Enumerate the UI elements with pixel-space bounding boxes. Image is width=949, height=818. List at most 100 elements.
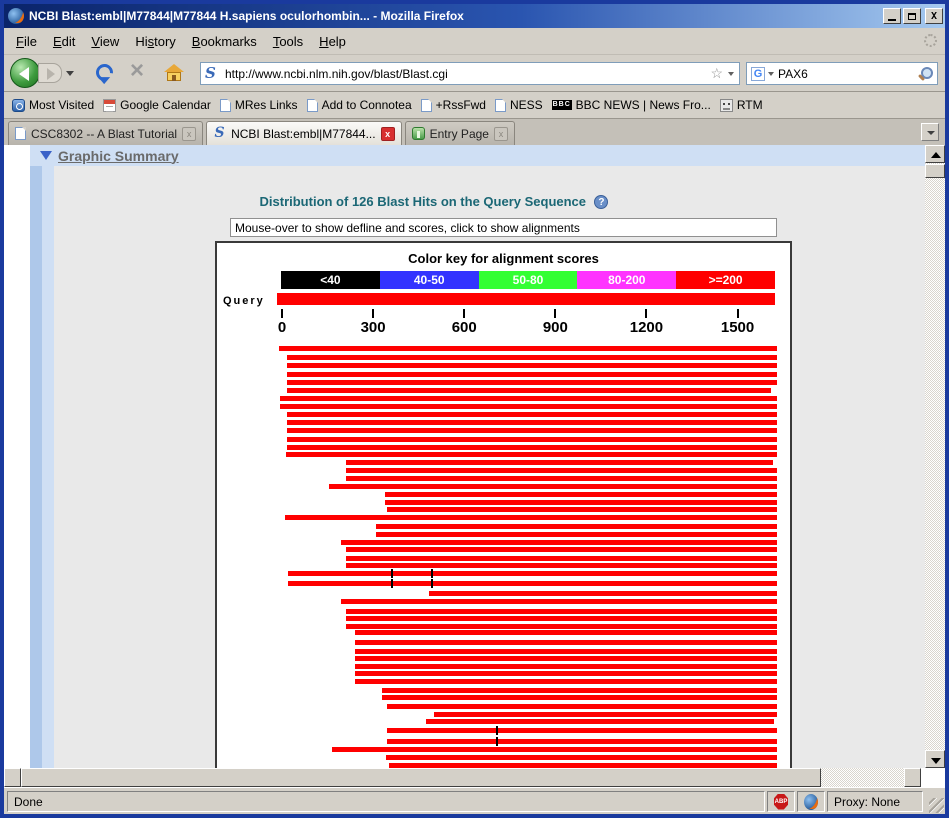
horizontal-scroll-thumb[interactable] bbox=[21, 768, 821, 787]
scroll-left-button[interactable] bbox=[4, 768, 21, 787]
blast-hit-bar[interactable] bbox=[287, 445, 777, 450]
tab-close-icon[interactable]: x bbox=[494, 127, 508, 141]
blast-hit-bar[interactable] bbox=[341, 599, 777, 604]
blast-hit-bar[interactable] bbox=[346, 547, 777, 552]
blast-hit-bar[interactable] bbox=[287, 355, 777, 360]
maximize-button[interactable] bbox=[903, 8, 921, 24]
blast-hit-bar[interactable] bbox=[287, 380, 777, 385]
blast-hit-bar[interactable] bbox=[434, 712, 777, 717]
help-icon[interactable]: ? bbox=[594, 195, 608, 209]
menu-tools[interactable]: Tools bbox=[265, 31, 311, 52]
blast-hit-bar[interactable] bbox=[355, 630, 777, 635]
bookmark-star-icon[interactable]: ☆ bbox=[707, 65, 726, 82]
tab-close-icon[interactable]: x bbox=[182, 127, 196, 141]
blast-hit-bar[interactable] bbox=[332, 747, 777, 752]
menu-bookmarks[interactable]: Bookmarks bbox=[184, 31, 265, 52]
history-dropdown-icon[interactable] bbox=[66, 71, 74, 76]
menu-file[interactable]: File bbox=[8, 31, 45, 52]
blast-hit-bar[interactable] bbox=[387, 507, 777, 512]
blast-hit-bar[interactable] bbox=[287, 388, 771, 393]
firefox-status-panel[interactable] bbox=[797, 791, 825, 812]
horizontal-scrollbar[interactable] bbox=[4, 768, 921, 787]
title-bar[interactable]: NCBI Blast:embl|M77844|M77844 H.sapiens … bbox=[4, 4, 945, 28]
bookmark-add-to-connotea[interactable]: Add to Connotea bbox=[305, 96, 419, 114]
blast-hit-bar[interactable] bbox=[355, 664, 777, 669]
blast-hit-bar[interactable] bbox=[329, 484, 777, 489]
blast-hit-bar[interactable] bbox=[287, 412, 777, 417]
blast-hit-bar[interactable] bbox=[346, 468, 778, 473]
blast-hit-bar[interactable] bbox=[385, 492, 777, 497]
adblock-panel[interactable]: ABP bbox=[767, 791, 795, 812]
blast-hit-bar[interactable] bbox=[286, 452, 777, 457]
blast-hit-map[interactable]: Color key for alignment scores <4040-505… bbox=[215, 241, 792, 768]
forward-button[interactable] bbox=[38, 63, 62, 83]
blast-hit-bar[interactable] bbox=[346, 616, 777, 621]
url-dropdown-icon[interactable] bbox=[728, 72, 734, 76]
vertical-scroll-thumb[interactable] bbox=[925, 164, 945, 178]
minimize-button[interactable] bbox=[883, 8, 901, 24]
blast-hit-bar[interactable] bbox=[355, 649, 777, 654]
scroll-down-button[interactable] bbox=[925, 750, 945, 768]
blast-hit-bar[interactable] bbox=[376, 532, 777, 537]
menu-edit[interactable]: Edit bbox=[45, 31, 83, 52]
collapse-triangle-icon[interactable] bbox=[40, 151, 52, 160]
menu-help[interactable]: Help bbox=[311, 31, 354, 52]
blast-hit-bar[interactable] bbox=[287, 437, 777, 442]
blast-hit-bar[interactable] bbox=[346, 609, 777, 614]
blast-hit-bar[interactable] bbox=[285, 515, 777, 520]
blast-hit-bar[interactable] bbox=[346, 460, 773, 465]
blast-hit-bar[interactable] bbox=[355, 640, 777, 645]
bookmark-most-visited[interactable]: Most Visited bbox=[10, 96, 101, 114]
blast-hit-bar[interactable] bbox=[346, 556, 777, 561]
blast-hit-bar[interactable] bbox=[287, 428, 777, 433]
blast-hit-bar[interactable] bbox=[387, 739, 777, 744]
bookmark-ness[interactable]: NESS bbox=[493, 96, 550, 114]
blast-hit-bar[interactable] bbox=[355, 679, 777, 684]
blast-hit-bar[interactable] bbox=[346, 476, 778, 481]
graphic-summary-link[interactable]: Graphic Summary bbox=[58, 148, 179, 164]
blast-hit-bar[interactable] bbox=[376, 524, 777, 529]
resize-grip[interactable] bbox=[929, 798, 944, 813]
bookmark-bbc-news-news-fro[interactable]: BBCBBC NEWS | News Fro... bbox=[550, 96, 718, 114]
blast-hit-bar[interactable] bbox=[386, 755, 777, 760]
search-icon[interactable] bbox=[917, 66, 933, 82]
blast-hit-bar[interactable] bbox=[385, 500, 777, 505]
blast-hit-bar[interactable] bbox=[382, 688, 777, 693]
tab-list-dropdown-button[interactable] bbox=[921, 123, 939, 141]
google-engine-icon[interactable]: G bbox=[751, 67, 765, 81]
tab-2[interactable]: SNCBI Blast:embl|M77844...x bbox=[206, 121, 402, 145]
blast-hit-bar[interactable] bbox=[280, 404, 777, 409]
firefox-status-icon[interactable] bbox=[804, 794, 818, 810]
blast-hit-bar[interactable] bbox=[387, 728, 777, 733]
bookmark-mres-links[interactable]: MRes Links bbox=[218, 96, 305, 114]
menu-view[interactable]: View bbox=[83, 31, 127, 52]
scroll-right-button[interactable] bbox=[904, 768, 921, 787]
tab-close-icon[interactable]: x bbox=[381, 127, 395, 141]
tab-1[interactable]: CSC8302 -- A Blast Tutorialx bbox=[8, 121, 203, 145]
home-button[interactable] bbox=[164, 65, 184, 81]
blast-hit-bar[interactable] bbox=[279, 346, 777, 351]
reload-button[interactable] bbox=[93, 61, 117, 85]
tab-3[interactable]: Entry Pagex bbox=[405, 121, 515, 145]
bookmark-rtm[interactable]: RTM bbox=[718, 96, 770, 114]
blast-hit-bar[interactable] bbox=[426, 719, 774, 724]
scroll-up-button[interactable] bbox=[925, 145, 945, 163]
engine-dropdown-icon[interactable] bbox=[768, 72, 774, 76]
blast-hit-bar[interactable] bbox=[280, 396, 777, 401]
blast-hit-bar[interactable] bbox=[287, 363, 777, 368]
search-box[interactable]: G PAX6 bbox=[746, 62, 938, 85]
close-button[interactable]: X bbox=[925, 8, 943, 24]
adblock-plus-icon[interactable]: ABP bbox=[774, 794, 788, 810]
blast-hit-bar[interactable] bbox=[382, 695, 777, 700]
blast-hit-bar[interactable] bbox=[346, 563, 777, 568]
search-input[interactable]: PAX6 bbox=[778, 67, 917, 81]
url-bar[interactable]: S http://www.ncbi.nlm.nih.gov/blast/Blas… bbox=[200, 62, 740, 85]
blast-hit-bar[interactable] bbox=[341, 540, 777, 545]
blast-hit-bar[interactable] bbox=[387, 704, 777, 709]
blast-hit-bar[interactable] bbox=[288, 581, 777, 586]
blast-hit-bar[interactable] bbox=[355, 671, 777, 676]
blast-hit-bar[interactable] bbox=[287, 372, 777, 377]
blast-hit-bar[interactable] bbox=[288, 571, 777, 576]
blast-hit-bar[interactable] bbox=[429, 591, 777, 596]
blast-hit-bar[interactable] bbox=[287, 420, 777, 425]
